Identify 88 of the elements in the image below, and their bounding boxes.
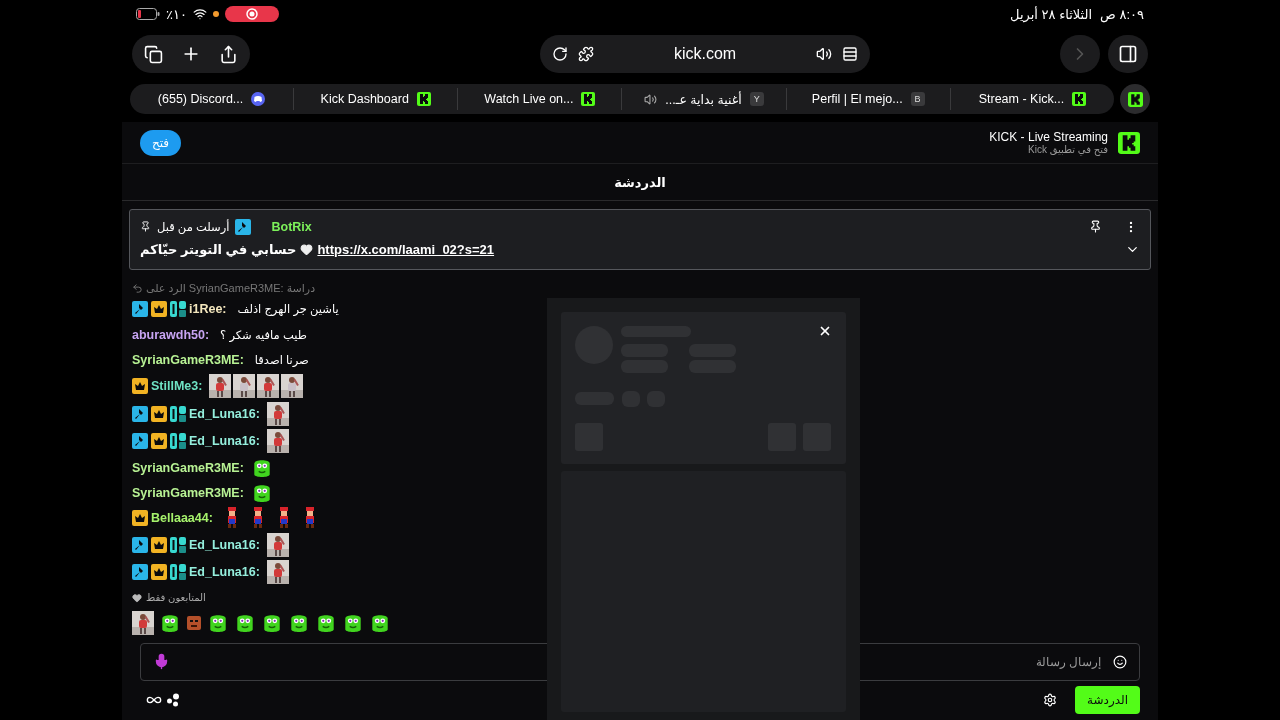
logo-icon bbox=[1118, 131, 1140, 154]
chat-title: الدردشة bbox=[614, 174, 666, 190]
logo-icon bbox=[1127, 91, 1143, 107]
browser-tab[interactable]: Watch Live on... bbox=[458, 88, 623, 110]
username[interactable]: Bellaaa44: bbox=[151, 511, 213, 526]
dots-icon[interactable] bbox=[166, 693, 180, 708]
hammer-badge-icon bbox=[132, 405, 148, 422]
crown-badge-icon bbox=[151, 405, 167, 422]
emote-icon bbox=[159, 612, 181, 635]
extension-icon[interactable] bbox=[578, 46, 594, 62]
username[interactable]: Ed_Luna16: bbox=[189, 406, 260, 421]
emote-icon bbox=[261, 612, 283, 635]
hammer-badge-icon bbox=[132, 564, 148, 581]
sidebar-button[interactable] bbox=[1108, 35, 1148, 73]
tab-group-button[interactable] bbox=[1120, 84, 1150, 114]
reader-icon[interactable] bbox=[842, 46, 858, 62]
username[interactable]: SyrianGameR3ME: bbox=[132, 486, 244, 501]
speaker-icon[interactable] bbox=[816, 46, 832, 62]
hammer-badge-icon bbox=[235, 218, 252, 235]
battery-percent: ٪١٠ bbox=[166, 6, 187, 22]
browser-tab[interactable]: Stream - Kick... bbox=[950, 88, 1114, 110]
logo-icon bbox=[581, 92, 596, 106]
block-badge-icon bbox=[170, 564, 186, 581]
browser-tab[interactable]: Perfil | El mejo... B bbox=[786, 88, 951, 110]
game-controller-icon bbox=[251, 92, 266, 106]
username[interactable]: StillMe3: bbox=[151, 379, 203, 394]
emote-icon bbox=[234, 612, 256, 635]
username[interactable]: SyrianGameR3ME: bbox=[132, 353, 244, 368]
battery-icon bbox=[136, 8, 160, 20]
dot-icon bbox=[212, 11, 219, 17]
emoji-icon[interactable] bbox=[1113, 655, 1127, 669]
hammer-badge-icon bbox=[132, 536, 148, 553]
crown-badge-icon bbox=[132, 510, 148, 527]
emote-icon bbox=[369, 612, 391, 635]
clock-text: ٨:٠٩ ص bbox=[1100, 6, 1144, 22]
pinned-link[interactable]: https://x.com/laami_02?s=21 bbox=[317, 241, 495, 257]
sidebar-icon[interactable] bbox=[1118, 44, 1138, 64]
username[interactable]: Ed_Luna16: bbox=[189, 565, 260, 580]
block-badge-icon bbox=[170, 536, 186, 553]
block-badge-icon bbox=[170, 301, 186, 318]
reply-text: الرد على SyrianGameR3ME: دراسة bbox=[146, 281, 316, 295]
chat-button[interactable]: الدردشة bbox=[1075, 686, 1140, 715]
site-favicon: B bbox=[910, 92, 925, 106]
hammer-badge-icon bbox=[132, 301, 148, 318]
logo-icon bbox=[416, 92, 431, 106]
username[interactable]: Ed_Luna16: bbox=[189, 434, 260, 449]
reply-icon bbox=[132, 282, 143, 294]
microphone-icon[interactable] bbox=[153, 653, 170, 671]
pinned-text: حسابي في التويتر حيّاكم bbox=[140, 241, 297, 257]
hammer-badge-icon bbox=[132, 433, 148, 450]
crown-badge-icon bbox=[151, 433, 167, 450]
close-button[interactable] bbox=[818, 324, 832, 338]
username[interactable]: SyrianGameR3ME: bbox=[132, 460, 244, 475]
block-badge-icon bbox=[170, 433, 186, 450]
reload-icon[interactable] bbox=[552, 46, 568, 62]
crown-badge-icon bbox=[132, 378, 148, 395]
pin-icon bbox=[140, 221, 151, 233]
username[interactable]: Ed_Luna16: bbox=[189, 537, 260, 552]
emote-icon bbox=[288, 612, 310, 635]
address-bar[interactable]: kick.com bbox=[540, 35, 870, 73]
username[interactable]: aburawdh50: bbox=[132, 327, 210, 342]
app-title: KICK - Live Streaming bbox=[989, 130, 1108, 145]
date-text: الثلاثاء ٢٨ أبريل bbox=[1010, 6, 1093, 22]
browser-tab[interactable]: Kick Dashboard bbox=[294, 88, 459, 110]
emote-icon bbox=[207, 612, 229, 635]
block-badge-icon bbox=[170, 405, 186, 422]
username[interactable]: i1Ree: bbox=[189, 302, 227, 317]
browser-tab[interactable]: (655) Discord... bbox=[129, 88, 295, 110]
message-text: صرنا اصدقا bbox=[254, 353, 309, 368]
message-text: ياشين جر الهرج اذلف bbox=[237, 302, 339, 317]
username[interactable]: BotRix bbox=[271, 219, 312, 234]
crown-badge-icon bbox=[151, 564, 167, 581]
followers-only-label: المتابعون فقط bbox=[146, 592, 206, 604]
emote-icon bbox=[315, 612, 337, 635]
crown-badge-icon bbox=[151, 536, 167, 553]
heart-icon bbox=[132, 592, 142, 603]
emote-icon bbox=[342, 612, 364, 635]
crown-badge-icon bbox=[151, 301, 167, 318]
site-favicon: Y bbox=[749, 92, 764, 106]
logo-icon bbox=[1072, 92, 1087, 106]
heart-icon bbox=[300, 242, 314, 256]
sender-label: أرسلت من قبل bbox=[157, 219, 230, 234]
speaker-icon[interactable] bbox=[644, 92, 658, 106]
emote-icon bbox=[186, 615, 202, 632]
message-text: طيب مافيه شكر ؟ bbox=[220, 327, 307, 342]
app-subtitle: فتح في تطبيق Kick bbox=[1027, 144, 1108, 156]
message-input[interactable]: إرسال رسالة bbox=[170, 654, 1103, 670]
wifi-icon bbox=[192, 7, 207, 21]
